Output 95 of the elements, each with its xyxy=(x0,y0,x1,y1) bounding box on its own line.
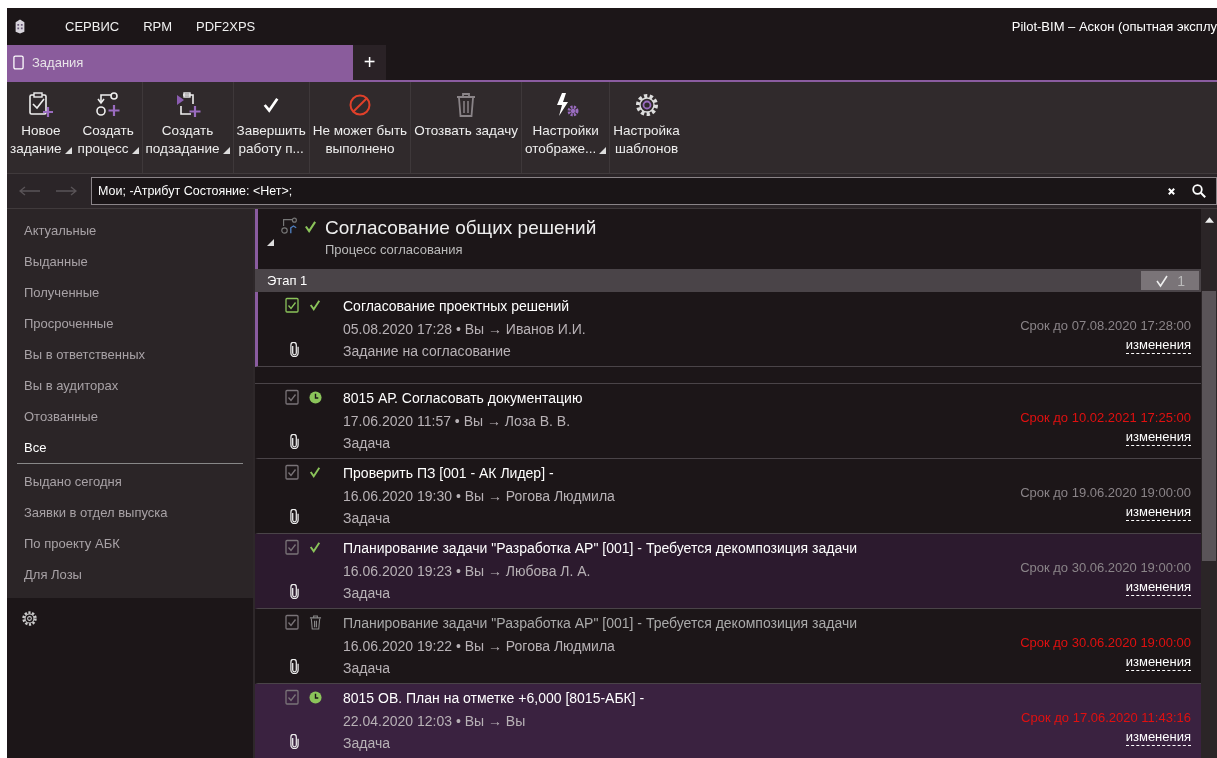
menu-item[interactable]: PDF2XPS xyxy=(196,19,256,34)
sidebar-item[interactable]: Полученные xyxy=(7,277,253,308)
task-title: 8015 АР. Согласовать документацию xyxy=(343,389,583,408)
check-icon xyxy=(309,541,321,553)
deadline-text: Срок до 19.06.2020 19:00:00 xyxy=(1020,484,1191,502)
search-box[interactable]: Мои; -Атрибут Состояние: <Нет>; xyxy=(91,177,1217,205)
sidebar-item[interactable]: Отозванные xyxy=(7,401,253,432)
task-row[interactable]: 8015 АР. Согласовать документацию 17.06.2020 11:57 • Вы → Лоза В. В. Задача Срок до 10.02.2021 17:25:00 изменения xyxy=(255,384,1201,459)
task-title: Проверить ПЗ [001 - АК Лидер] - xyxy=(343,464,555,483)
deadline-text: Срок до 30.06.2020 19:00:00 xyxy=(1020,634,1191,652)
sidebar-item[interactable]: Вы в аудиторах xyxy=(7,370,253,401)
dropdown-icon xyxy=(222,147,230,154)
completed-count-badge: 1 xyxy=(1141,271,1199,290)
settings-icon[interactable] xyxy=(21,610,38,627)
menu-item[interactable]: СЕРВИС xyxy=(65,19,120,34)
process-icon xyxy=(280,217,298,235)
sidebar-item[interactable]: Выдано сегодня xyxy=(7,466,253,497)
changes-link[interactable]: изменения xyxy=(1125,429,1191,446)
process-title: Согласование общих решений xyxy=(325,216,597,240)
changes-link[interactable]: изменения xyxy=(1125,579,1191,596)
checkmark-icon xyxy=(262,96,281,114)
sidebar-item[interactable]: Выданные xyxy=(7,246,253,277)
subtask-plus-icon xyxy=(174,92,201,118)
task-meta: 16.06.2020 19:22 • Вы → Рогова Людмила xyxy=(343,636,616,656)
dropdown-icon xyxy=(599,147,607,154)
deadline-text: Срок до 10.02.2021 17:25:00 xyxy=(1020,409,1191,427)
menu-item[interactable]: RPM xyxy=(143,19,173,34)
process-subtitle: Процесс согласования xyxy=(325,241,464,259)
check-icon xyxy=(309,299,321,311)
toolbar-button[interactable]: Не может быть выполнено xyxy=(309,82,412,173)
task-row[interactable]: 8015 ОВ. План на отметке +6,000 [8015-АБК] - 22.04.2020 12:03 • Вы → Вы Задача Срок до 17.06.2020 11:43:16 изменения xyxy=(255,684,1201,758)
task-type: Задание на согласование xyxy=(343,342,512,361)
dropdown-icon xyxy=(131,147,139,154)
sidebar-item[interactable]: Актуальные xyxy=(7,215,253,246)
search-icon[interactable] xyxy=(1192,184,1206,198)
sidebar-item[interactable]: Заявки в отдел выпуска xyxy=(7,497,253,528)
clock-icon xyxy=(309,390,322,404)
deadline-text: Срок до 07.08.2020 17:28:00 xyxy=(1020,317,1191,335)
task-meta: 05.08.2020 17:28 • Вы → Иванов И.И. xyxy=(343,319,586,339)
task-meta: 16.06.2020 19:23 • Вы → Любова Л. А. xyxy=(343,561,592,581)
scrollbar-thumb[interactable] xyxy=(1202,291,1216,561)
clock-icon xyxy=(309,690,322,704)
scroll-up-icon[interactable] xyxy=(1204,217,1214,223)
sidebar-item[interactable]: Просроченные xyxy=(7,308,253,339)
task-row[interactable]: Планирование задачи "Разработка АР" [001] - Требуется декомпозиция задачи 16.06.2020 19:23 • Вы → Любова Л. А. Задача Срок до 30.06.2020 19:00:00 изменения xyxy=(255,534,1201,609)
paperclip-icon xyxy=(290,584,299,599)
expand-icon[interactable] xyxy=(267,239,274,246)
prohibited-icon xyxy=(347,93,372,117)
toolbar-button[interactable]: Создать подзадание xyxy=(142,82,234,173)
tab[interactable]: Задания xyxy=(7,45,353,80)
task-title: Планирование задачи "Разработка АР" [001] - Требуется декомпозиция задачи xyxy=(343,539,858,558)
task-type: Задача xyxy=(343,734,391,753)
trash-icon xyxy=(309,614,322,630)
toolbar-button[interactable]: Настройка шаблонов xyxy=(610,82,683,173)
toolbar-button[interactable]: Завершить работу п... xyxy=(233,82,310,173)
sidebar-item[interactable]: Для Лозы xyxy=(7,559,253,590)
clipboard-plus-icon xyxy=(27,92,54,118)
paperclip-icon xyxy=(290,734,299,749)
window-title: Pilot-BIM – Аскон (опытная эксплу xyxy=(1011,19,1217,34)
toolbar-button[interactable]: Создать процесс xyxy=(74,82,143,173)
paperclip-icon xyxy=(290,342,299,357)
deadline-text: Срок до 17.06.2020 11:43:16 xyxy=(1021,709,1191,727)
toolbar-button[interactable]: Новое задание xyxy=(7,82,75,173)
paperclip-icon xyxy=(290,434,299,449)
stage-title: Этап 1 xyxy=(267,273,308,288)
deadline-text: Срок до 30.06.2020 19:00:00 xyxy=(1020,559,1191,577)
document-icon xyxy=(13,55,24,70)
task-type: Задача xyxy=(343,509,391,528)
paperclip-icon xyxy=(290,509,299,524)
task-meta: 17.06.2020 11:57 • Вы → Лоза В. В. xyxy=(343,411,572,431)
task-type: Задача xyxy=(343,584,391,603)
task-type: Задача xyxy=(343,659,391,678)
paperclip-icon xyxy=(290,659,299,674)
check-icon xyxy=(309,466,321,478)
clear-icon[interactable] xyxy=(1167,186,1176,196)
toolbar-button[interactable]: Отозвать задачу xyxy=(411,82,522,173)
task-title: Планирование задачи "Разработка АР" [001] - Требуется декомпозиция задачи xyxy=(343,614,858,633)
task-meta: 16.06.2020 19:30 • Вы → Рогова Людмила xyxy=(343,486,615,506)
sidebar-item[interactable]: По проекту АБК xyxy=(7,528,253,559)
changes-link[interactable]: изменения xyxy=(1125,337,1191,354)
changes-link[interactable]: изменения xyxy=(1125,729,1191,746)
changes-link[interactable]: изменения xyxy=(1125,504,1191,521)
task-type: Задача xyxy=(343,434,391,453)
sidebar-item[interactable]: Вы в ответственных xyxy=(7,339,253,370)
toolbar-button[interactable]: Настройки отображе... xyxy=(522,82,611,173)
check-icon xyxy=(1155,273,1170,288)
changes-link[interactable]: изменения xyxy=(1125,654,1191,671)
task-meta: 22.04.2020 12:03 • Вы → Вы xyxy=(343,711,527,731)
process-plus-icon xyxy=(95,92,122,118)
task-title: Согласование проектных решений xyxy=(343,297,571,316)
new-tab-button[interactable]: + xyxy=(353,45,386,80)
scrollbar[interactable] xyxy=(1201,209,1217,758)
dropdown-icon xyxy=(64,147,72,154)
app-logo-icon[interactable] xyxy=(13,18,27,35)
task-title: 8015 ОВ. План на отметке +6,000 [8015-АБК] - xyxy=(343,689,645,708)
